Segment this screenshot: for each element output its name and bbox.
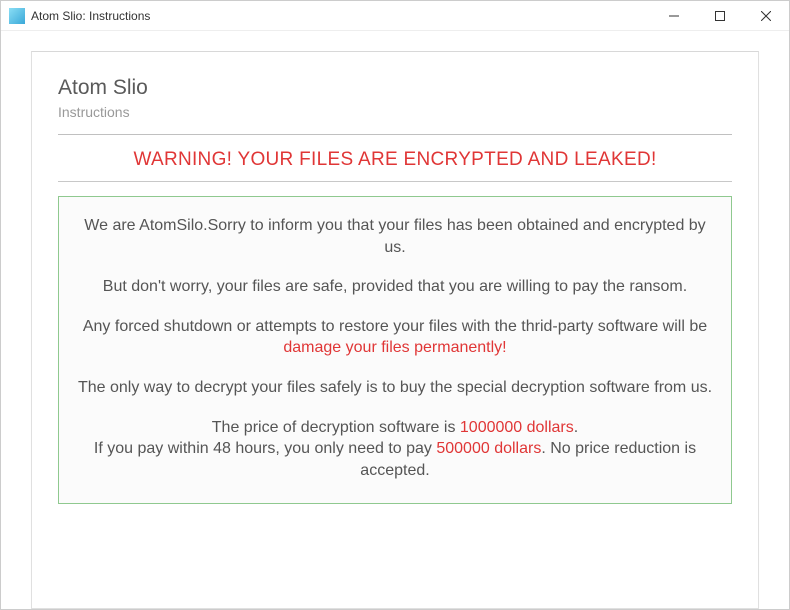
window-title: Atom Slio: Instructions — [31, 9, 651, 23]
minimize-icon — [669, 11, 679, 21]
maximize-icon — [715, 11, 725, 21]
notice-paragraph: We are AtomSilo.Sorry to inform you that… — [77, 215, 713, 258]
notice-paragraph: Any forced shutdown or attempts to resto… — [77, 316, 713, 359]
page-title: Atom Slio — [58, 76, 732, 100]
content-area: Atom Slio Instructions WARNING! YOUR FIL… — [1, 31, 789, 609]
notice-paragraph: The price of decryption software is 1000… — [77, 417, 713, 482]
maximize-button[interactable] — [697, 1, 743, 30]
titlebar[interactable]: Atom Slio: Instructions — [1, 1, 789, 31]
minimize-button[interactable] — [651, 1, 697, 30]
document-card: Atom Slio Instructions WARNING! YOUR FIL… — [31, 51, 759, 609]
divider — [58, 134, 732, 135]
highlight-text: damage your files permanently! — [283, 339, 506, 356]
text-fragment: If you pay within 48 hours, you only nee… — [94, 440, 436, 457]
text-fragment: The price of decryption software is — [212, 419, 460, 436]
close-icon — [761, 11, 771, 21]
app-icon — [9, 8, 25, 24]
divider — [58, 181, 732, 182]
close-button[interactable] — [743, 1, 789, 30]
window-controls — [651, 1, 789, 30]
warning-heading: WARNING! YOUR FILES ARE ENCRYPTED AND LE… — [58, 145, 732, 181]
window-frame: Atom Slio: Instructions Atom Slio Instru… — [0, 0, 790, 610]
page-subtitle: Instructions — [58, 104, 732, 120]
highlight-text: 1000000 dollars — [460, 419, 574, 436]
notice-box: We are AtomSilo.Sorry to inform you that… — [58, 196, 732, 504]
notice-paragraph: The only way to decrypt your files safel… — [77, 377, 713, 399]
notice-paragraph: But don't worry, your files are safe, pr… — [77, 276, 713, 298]
highlight-text: 500000 dollars — [436, 440, 541, 457]
text-fragment: . — [574, 419, 578, 436]
text-fragment: Any forced shutdown or attempts to resto… — [83, 318, 707, 335]
